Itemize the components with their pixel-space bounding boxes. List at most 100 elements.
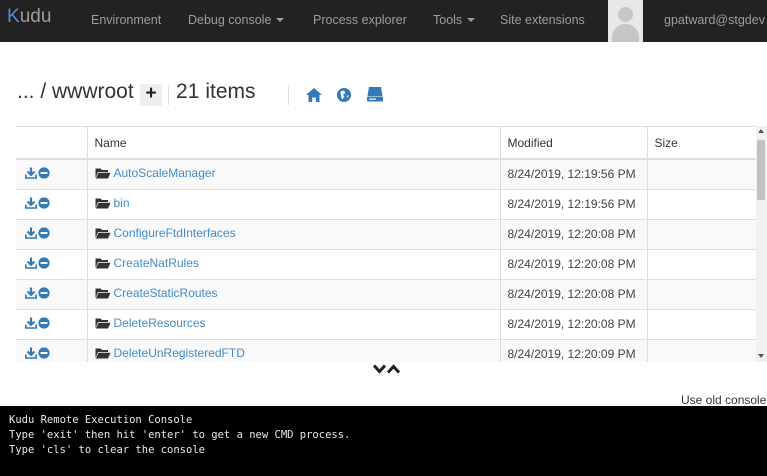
table-row[interactable]: bin 8/24/2019, 12:19:56 PM	[16, 188, 762, 219]
modified-cell: 8/24/2019, 12:20:08 PM	[499, 278, 647, 309]
folder-icon	[95, 257, 111, 272]
delete-icon[interactable]	[38, 167, 50, 182]
folder-name-link[interactable]: AutoScaleManager	[114, 166, 216, 180]
size-cell	[646, 248, 762, 279]
name-cell: bin	[86, 188, 500, 219]
folder-name-link[interactable]: DeleteResources	[114, 316, 206, 330]
download-icon[interactable]	[25, 257, 37, 272]
new-item-button[interactable]: +	[140, 84, 162, 106]
folder-icon	[95, 287, 111, 302]
nav-tools[interactable]: Tools	[433, 13, 476, 27]
download-icon[interactable]	[25, 197, 37, 212]
use-old-console-link[interactable]: Use old console	[681, 393, 767, 407]
delete-icon[interactable]	[38, 257, 50, 272]
scroll-down-arrow[interactable]	[758, 354, 764, 358]
column-header-size[interactable]: Size	[646, 127, 762, 160]
name-cell: AutoScaleManager	[86, 158, 500, 189]
avatar-head	[618, 7, 633, 22]
row-actions	[16, 188, 87, 219]
download-icon[interactable]	[25, 347, 37, 362]
table-row[interactable]: DeleteUnRegisteredFTD 8/24/2019, 12:20:09…	[16, 338, 762, 362]
caret-down-icon	[276, 18, 285, 22]
folder-name-link[interactable]: DeleteUnRegisteredFTD	[114, 346, 245, 360]
brand-logo[interactable]: Kudu	[7, 6, 51, 28]
nav-site-extensions[interactable]: Site extensions	[500, 13, 585, 27]
download-icon[interactable]	[25, 287, 37, 302]
expand-collapse-toggle[interactable]	[370, 362, 416, 376]
delete-icon[interactable]	[38, 317, 50, 332]
download-icon[interactable]	[25, 227, 37, 242]
item-count: 21 items	[176, 80, 256, 104]
scroll-thumb[interactable]	[757, 140, 765, 200]
modified-cell: 8/24/2019, 12:20:09 PM	[499, 338, 647, 362]
file-table-grid: Name Modified Size AutoScaleManager 8/24/…	[16, 127, 762, 362]
name-cell: CreateStaticRoutes	[86, 278, 500, 309]
nav-environment[interactable]: Environment	[91, 13, 161, 27]
brand-label: udu	[19, 6, 52, 27]
download-icon[interactable]	[25, 167, 37, 182]
column-header-modified[interactable]: Modified	[499, 127, 647, 160]
table-row[interactable]: CreateStaticRoutes 8/24/2019, 12:20:08 PM	[16, 278, 762, 309]
folder-name-link[interactable]: ConfigureFtdInterfaces	[114, 226, 236, 240]
size-cell	[646, 278, 762, 309]
console-line: Type 'exit' then hit 'enter' to get a ne…	[9, 429, 351, 441]
divider	[288, 85, 289, 105]
globe-icon[interactable]	[336, 87, 352, 103]
file-table: Name Modified Size AutoScaleManager 8/24/…	[16, 126, 762, 362]
item-count-label: items	[205, 80, 256, 103]
table-row[interactable]: CreateNatRules 8/24/2019, 12:20:08 PM	[16, 248, 762, 279]
caret-down-icon	[467, 18, 476, 22]
table-header-row: Name Modified Size	[16, 127, 762, 160]
row-actions	[16, 248, 87, 279]
home-icon[interactable]	[305, 87, 323, 103]
row-actions	[16, 218, 87, 249]
folder-name-link[interactable]: CreateStaticRoutes	[114, 286, 218, 300]
avatar-body	[612, 24, 639, 42]
drive-icon[interactable]	[366, 86, 384, 103]
user-menu[interactable]: gpatward@stgdev	[664, 13, 767, 27]
download-icon[interactable]	[25, 317, 37, 332]
name-cell: DeleteResources	[86, 308, 500, 339]
modified-cell: 8/24/2019, 12:20:08 PM	[499, 308, 647, 339]
table-row[interactable]: DeleteResources 8/24/2019, 12:20:08 PM	[16, 308, 762, 339]
nav-process-explorer[interactable]: Process explorer	[313, 13, 407, 27]
modified-cell: 8/24/2019, 12:19:56 PM	[499, 188, 647, 219]
divider	[168, 85, 169, 105]
table-row[interactable]: ConfigureFtdInterfaces 8/24/2019, 12:20:0…	[16, 218, 762, 249]
column-header-actions	[16, 127, 87, 160]
console-line: Kudu Remote Execution Console	[9, 414, 193, 426]
row-actions	[16, 278, 87, 309]
folder-name-link[interactable]: bin	[114, 196, 130, 210]
folder-icon	[95, 347, 111, 362]
table-scrollbar[interactable]	[756, 126, 767, 362]
item-count-number: 21	[176, 80, 200, 103]
top-navbar: Kudu Environment Debug console Process e…	[0, 0, 767, 42]
modified-cell: 8/24/2019, 12:19:56 PM	[499, 158, 647, 189]
table-row[interactable]: AutoScaleManager 8/24/2019, 12:19:56 PM	[16, 158, 762, 189]
modified-cell: 8/24/2019, 12:20:08 PM	[499, 248, 647, 279]
delete-icon[interactable]	[38, 197, 50, 212]
folder-name-link[interactable]: CreateNatRules	[114, 256, 199, 270]
row-actions	[16, 308, 87, 339]
name-cell: ConfigureFtdInterfaces	[86, 218, 500, 249]
scroll-up-arrow[interactable]	[758, 129, 764, 133]
row-actions	[16, 158, 87, 189]
folder-icon	[95, 227, 111, 242]
row-actions	[16, 338, 87, 362]
remote-console[interactable]: Kudu Remote Execution Console Type 'exit…	[0, 406, 767, 476]
delete-icon[interactable]	[38, 287, 50, 302]
size-cell	[646, 218, 762, 249]
delete-icon[interactable]	[38, 227, 50, 242]
folder-icon	[95, 317, 111, 332]
column-header-name[interactable]: Name	[86, 127, 500, 160]
console-line: Type 'cls' to clear the console	[9, 444, 205, 456]
name-cell: CreateNatRules	[86, 248, 500, 279]
delete-icon[interactable]	[38, 347, 50, 362]
user-avatar[interactable]	[608, 0, 643, 42]
size-cell	[646, 308, 762, 339]
nav-debug-console[interactable]: Debug console	[188, 13, 285, 27]
current-path[interactable]: ... / wwwroot	[17, 80, 134, 104]
folder-icon	[95, 167, 111, 182]
size-cell	[646, 188, 762, 219]
size-cell	[646, 158, 762, 189]
